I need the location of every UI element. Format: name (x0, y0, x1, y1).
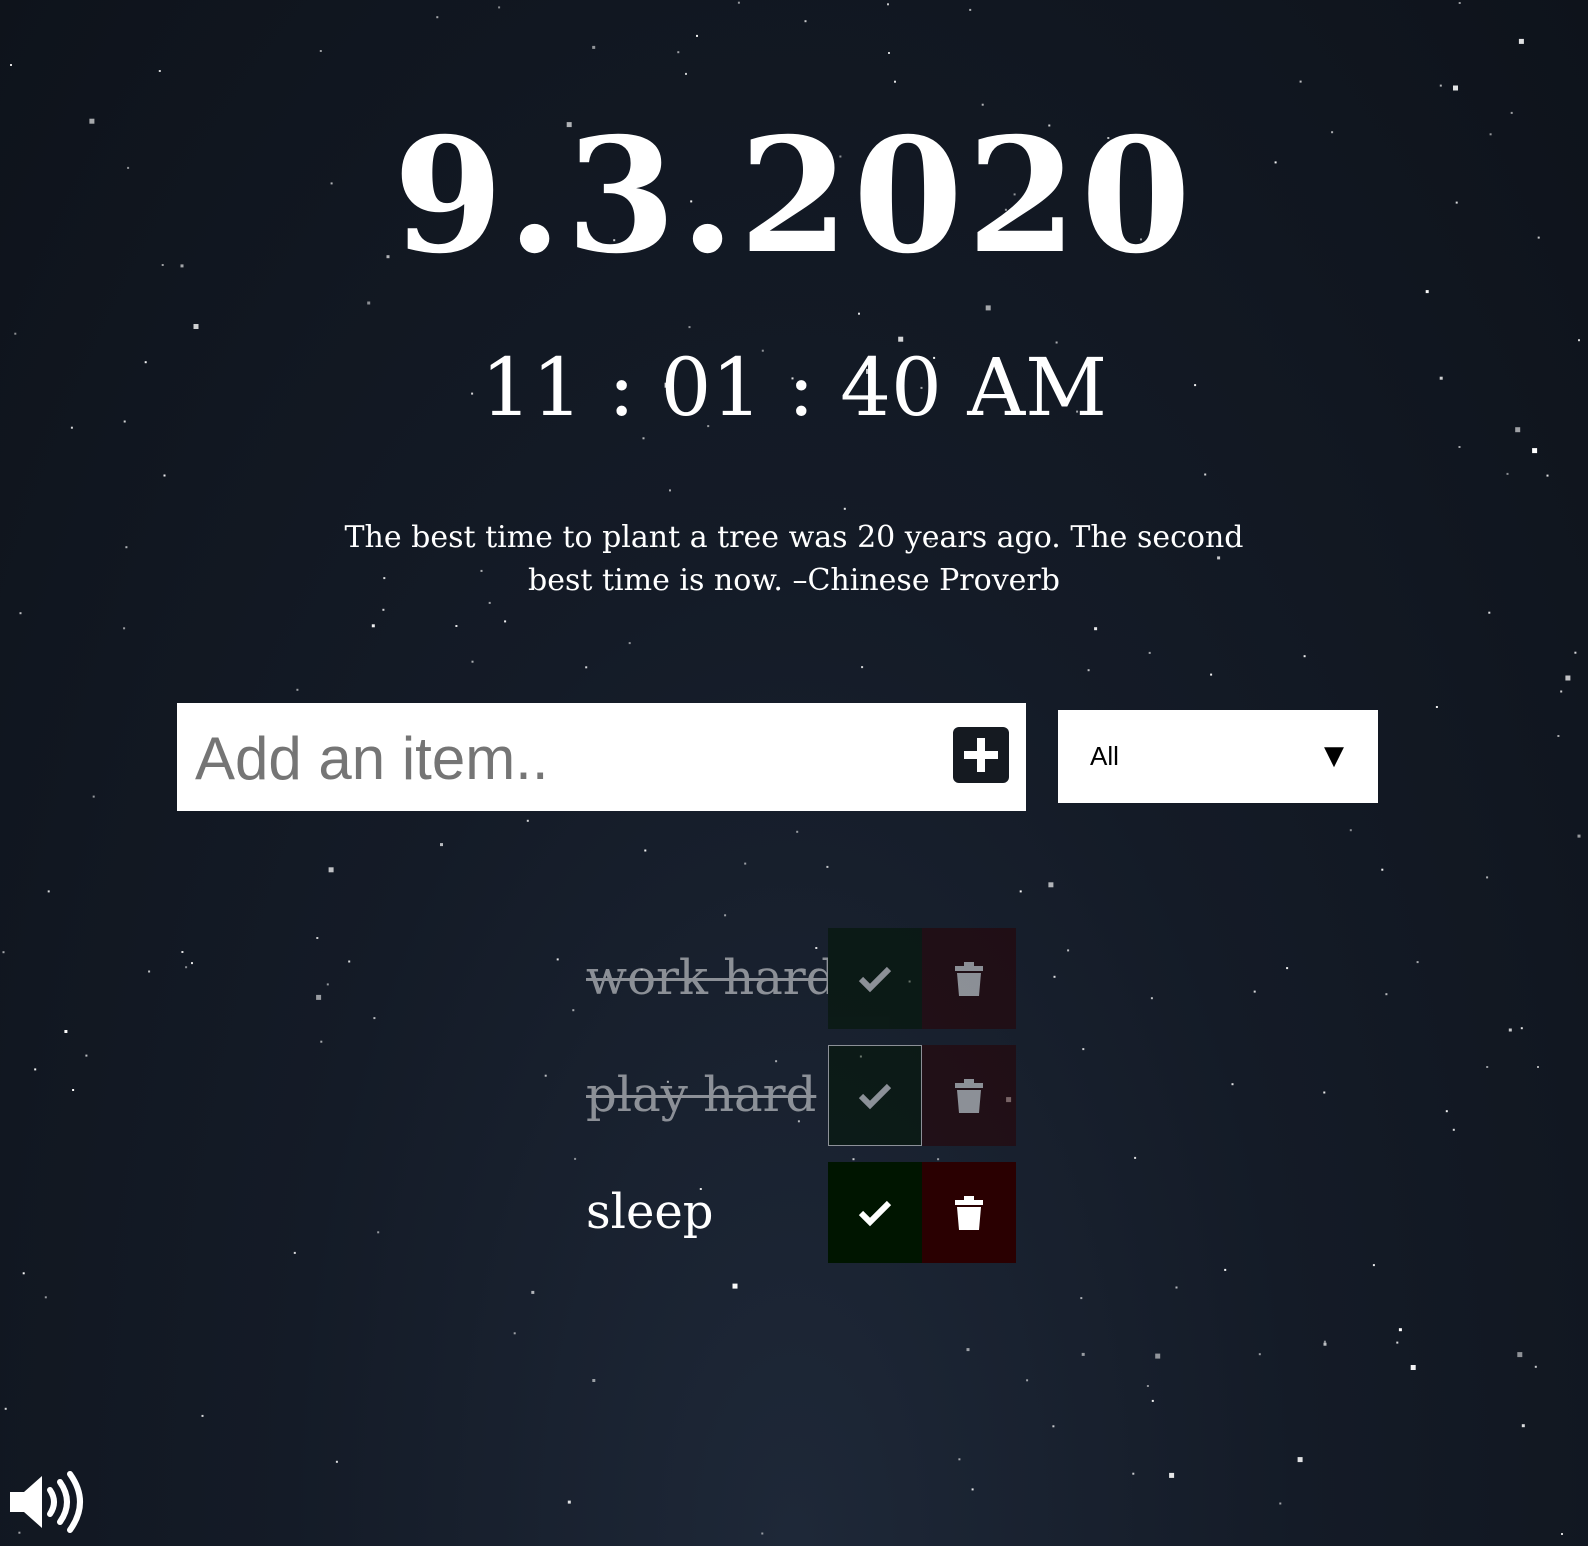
trash-icon (955, 1078, 983, 1113)
volume-up-icon (10, 1471, 83, 1533)
todo-item: play hard (586, 1045, 1018, 1146)
complete-button[interactable] (828, 1162, 922, 1263)
check-icon (858, 1200, 892, 1226)
check-icon (858, 966, 892, 992)
add-item-input[interactable] (193, 703, 937, 813)
delete-button[interactable] (922, 928, 1016, 1029)
sound-toggle-button[interactable] (8, 1470, 88, 1534)
todo-item-text: play hard (586, 1067, 817, 1123)
dropdown-arrow-icon: ▼ (1324, 741, 1344, 771)
todo-item: sleep (586, 1162, 1018, 1263)
todo-list: work hard play hard sleep (586, 928, 1018, 1279)
complete-button[interactable] (828, 928, 922, 1029)
filter-select[interactable]: All ▼ (1058, 710, 1378, 803)
filter-selected-value: All (1090, 741, 1119, 771)
complete-button[interactable] (828, 1045, 922, 1146)
trash-icon (955, 1195, 983, 1230)
trash-icon (955, 961, 983, 996)
date-display: 9.3.2020 (393, 104, 1195, 289)
todo-item-text: work hard (586, 950, 837, 1006)
delete-button[interactable] (922, 1162, 1016, 1263)
check-icon (858, 1083, 892, 1109)
add-item-form (177, 703, 1026, 813)
todo-item-text: sleep (586, 1184, 714, 1240)
add-item-button[interactable] (953, 727, 1009, 783)
todo-item: work hard (586, 928, 1018, 1029)
quote-text: The best time to plant a tree was 20 yea… (344, 520, 1244, 598)
delete-button[interactable] (922, 1045, 1016, 1146)
time-display: 11 : 01 : 40 AM (480, 341, 1108, 434)
